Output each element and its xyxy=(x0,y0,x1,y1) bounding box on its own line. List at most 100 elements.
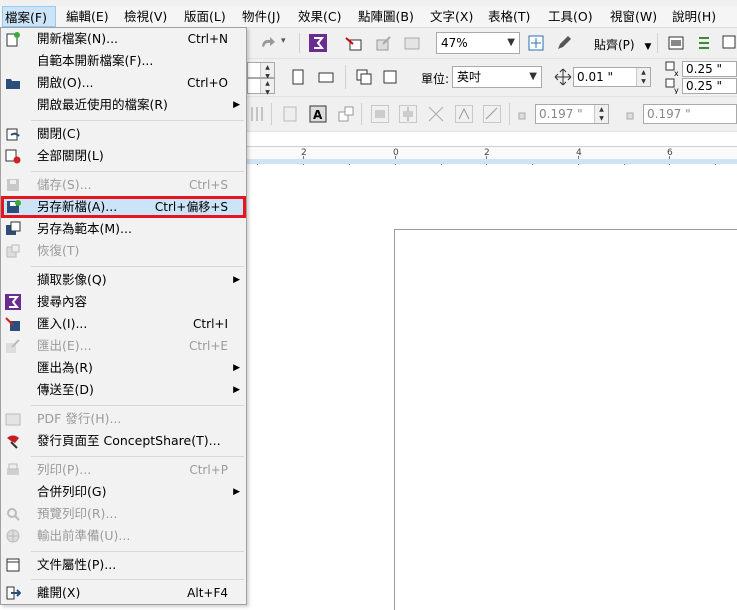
print-preview-icon xyxy=(5,506,21,522)
menu-effects[interactable]: 效果(C) xyxy=(296,6,343,27)
menu-item-shortcut: Ctrl+O xyxy=(187,76,228,90)
menu-item-save[interactable]: 儲存(S)... Ctrl+S xyxy=(1,174,246,196)
menu-table[interactable]: 表格(T) xyxy=(486,6,532,27)
redo-dropdown-icon[interactable]: ▾ xyxy=(281,36,286,46)
submenu-arrow-icon: ▶ xyxy=(233,487,240,497)
document-page[interactable] xyxy=(394,229,737,610)
menu-item-close-all[interactable]: 全部關閉(L) xyxy=(1,145,246,167)
menu-item-export[interactable]: 匯出(E)... Ctrl+E xyxy=(1,335,246,357)
prepress-icon xyxy=(5,528,21,544)
menu-item-prepare-for-output[interactable]: 輸出前準備(U)... xyxy=(1,525,246,547)
spin-arrows-icon[interactable]: ▲ ▼ xyxy=(636,68,650,86)
menu-item-search-content[interactable]: 搜尋內容 xyxy=(1,291,246,313)
page-height-spinner[interactable]: ▲ ▼ xyxy=(247,78,275,96)
menu-item-print[interactable]: 列印(P)... Ctrl+P xyxy=(1,459,246,481)
menu-item-shortcut: Alt+F4 xyxy=(187,586,228,600)
options-icon[interactable] xyxy=(695,34,713,52)
standard-toolbar: ▾ 47% ▼ 貼齊(P) ▼ xyxy=(247,28,737,59)
current-page-icon[interactable] xyxy=(381,68,399,86)
duplicate-y-input[interactable]: 0.25 " xyxy=(682,78,737,94)
menu-item-new-from-template[interactable]: 自範本開新檔案(F)... xyxy=(1,50,246,72)
menu-item-acquire-image[interactable]: 擷取影像(Q) ▶ xyxy=(1,269,246,291)
duplicate-x-input[interactable]: 0.25 " xyxy=(682,61,737,77)
menu-tools[interactable]: 工具(O) xyxy=(546,6,595,27)
app-launcher-icon[interactable] xyxy=(721,34,737,52)
menu-item-shortcut: Ctrl+S xyxy=(188,178,228,192)
menu-item-import[interactable]: 匯入(I)... Ctrl+I xyxy=(1,313,246,335)
snap-to-dropdown[interactable]: 貼齊(P) ▼ xyxy=(594,36,651,53)
menu-item-exit[interactable]: 離開(X) Alt+F4 xyxy=(1,582,246,604)
menu-item-save-as-template[interactable]: 另存為範本(M)... xyxy=(1,218,246,240)
outline-width-input[interactable]: 0.197 " ▲ ▼ xyxy=(535,104,609,124)
outline-offset-input[interactable]: 0.197 " xyxy=(643,104,737,124)
menu-layout[interactable]: 版面(L) xyxy=(182,6,228,27)
import-icon xyxy=(5,316,21,332)
distribute-icon[interactable] xyxy=(427,105,445,123)
landscape-icon[interactable] xyxy=(317,68,335,86)
portrait-icon[interactable] xyxy=(289,68,307,86)
menu-text[interactable]: 文字(X) xyxy=(428,6,475,27)
all-pages-icon[interactable] xyxy=(355,68,373,86)
menu-help[interactable]: 說明(H) xyxy=(670,6,718,27)
menu-item-label: 輸出前準備(U)... xyxy=(37,528,131,543)
align-left-icon[interactable] xyxy=(371,105,389,123)
spin-arrows-icon[interactable]: ▲ ▼ xyxy=(260,79,274,96)
menu-item-document-properties[interactable]: 文件屬性(P)... xyxy=(1,554,246,576)
save-template-icon xyxy=(5,221,21,237)
align-center-icon[interactable] xyxy=(399,105,417,123)
units-combo[interactable]: 英吋 ▼ xyxy=(452,66,542,88)
nudge-distance-input[interactable]: 0.01 " ▲ ▼ xyxy=(573,67,651,87)
menu-item-send-to[interactable]: 傳送至(D) ▶ xyxy=(1,379,246,401)
menu-separator xyxy=(31,456,244,457)
text-frame-icon[interactable]: A xyxy=(309,105,327,123)
menu-view[interactable]: 檢視(V) xyxy=(122,6,169,27)
menu-item-print-merge[interactable]: 合併列印(G) ▶ xyxy=(1,481,246,503)
convert-text-icon[interactable] xyxy=(337,105,355,123)
text-path-icon[interactable] xyxy=(483,105,501,123)
menu-item-print-preview[interactable]: 預覽列印(R)... xyxy=(1,503,246,525)
menu-item-publish-pdf[interactable]: PDF 發行(H)... xyxy=(1,408,246,430)
chevron-down-icon: ▼ xyxy=(529,71,537,82)
zoom-level-combo[interactable]: 47% ▼ xyxy=(436,32,520,54)
menu-item-close[interactable]: 關閉(C) xyxy=(1,123,246,145)
spin-arrows-icon[interactable]: ▲ ▼ xyxy=(594,105,608,123)
publish-pdf-icon[interactable] xyxy=(403,34,421,52)
menu-item-open[interactable]: 開啟(O)... Ctrl+O xyxy=(1,72,246,94)
menu-item-revert[interactable]: 恢復(T) xyxy=(1,240,246,262)
menu-item-new[interactable]: 開新檔案(N)... Ctrl+N xyxy=(1,28,246,50)
menu-item-save-as[interactable]: 另存新檔(A)... Ctrl+偏移+S xyxy=(1,196,246,218)
columns-icon[interactable] xyxy=(249,105,267,123)
export-icon[interactable] xyxy=(375,34,393,52)
paragraph-icon[interactable] xyxy=(281,105,299,123)
ruler-label: 2 xyxy=(301,148,307,158)
welcome-screen-icon[interactable] xyxy=(667,34,685,52)
nudge-distance-value: 0.01 " xyxy=(577,70,614,84)
svg-text:x: x xyxy=(674,69,679,77)
pencil-icon[interactable] xyxy=(555,34,573,52)
menu-object[interactable]: 物件(J) xyxy=(240,6,282,27)
menu-item-export-as[interactable]: 匯出為(R) ▶ xyxy=(1,357,246,379)
zoom-level-value: 47% xyxy=(441,36,468,50)
snap-to-label: 貼齊(P) xyxy=(594,38,635,52)
menu-edit[interactable]: 編輯(E) xyxy=(64,6,111,27)
menu-item-label: 合併列印(G) xyxy=(37,484,107,499)
full-screen-preview-icon[interactable] xyxy=(527,34,545,52)
page-width-spinner[interactable]: ▲ ▼ xyxy=(247,62,275,80)
menu-file[interactable]: 檔案(F) xyxy=(2,6,56,27)
menu-item-publish-conceptshare[interactable]: 發行頁面至 ConceptShare(T)... xyxy=(1,430,246,452)
fit-text-icon[interactable] xyxy=(455,105,473,123)
redo-icon[interactable] xyxy=(259,34,277,52)
save-as-icon xyxy=(5,199,21,215)
search-content-icon[interactable] xyxy=(309,34,327,52)
import-icon[interactable] xyxy=(345,34,363,52)
menu-item-open-recent[interactable]: 開啟最近使用的檔案(R) ▶ xyxy=(1,94,246,116)
outline-offset-icon xyxy=(623,105,641,123)
menu-item-label: 另存為範本(M)... xyxy=(37,221,132,236)
close-doc-icon xyxy=(5,126,21,142)
menu-window[interactable]: 視窗(W) xyxy=(608,6,659,27)
menu-item-shortcut: Ctrl+I xyxy=(193,317,228,331)
submenu-arrow-icon: ▶ xyxy=(233,100,240,110)
menu-bitmap[interactable]: 點陣圖(B) xyxy=(356,6,416,27)
spin-arrows-icon[interactable]: ▲ ▼ xyxy=(260,63,274,80)
menu-item-label: PDF 發行(H)... xyxy=(37,411,122,426)
